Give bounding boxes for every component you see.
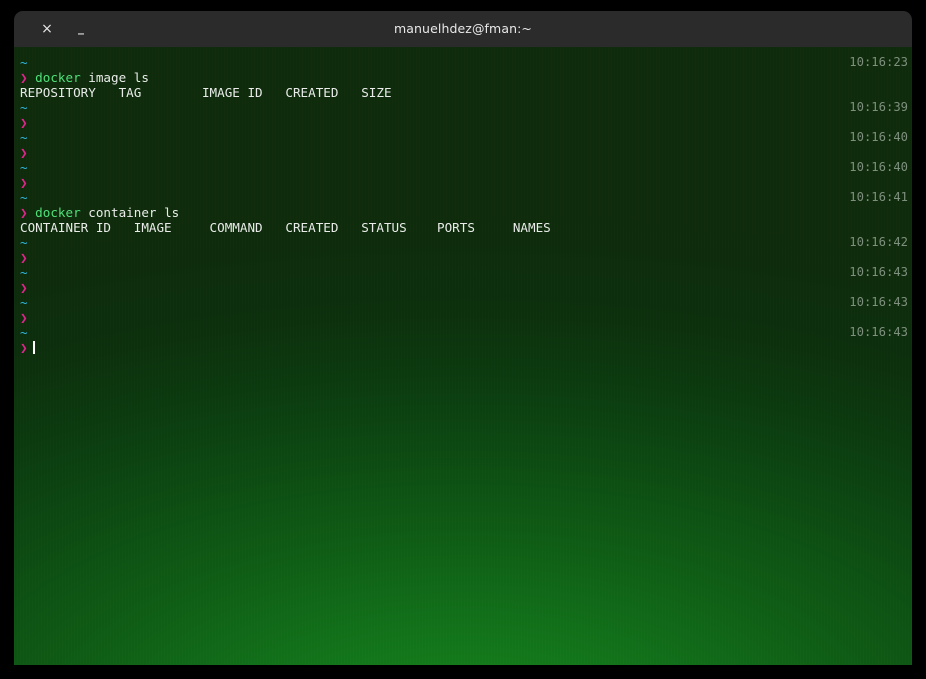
prompt-symbol: ❯ [20, 115, 28, 130]
line-timestamp: 10:16:43 [849, 265, 908, 279]
terminal-line: ❯ [14, 175, 912, 190]
command-output: CONTAINER ID IMAGE COMMAND CREATED STATU… [20, 220, 551, 235]
terminal-line: ~10:16:23 [14, 55, 912, 70]
command-args: image ls [80, 70, 149, 85]
window-titlebar[interactable]: × – manuelhdez@fman:~ [14, 11, 912, 47]
line-timestamp: 10:16:23 [849, 55, 908, 69]
line-timestamp: 10:16:40 [849, 160, 908, 174]
window-title: manuelhdez@fman:~ [394, 21, 532, 36]
prompt-symbol: ❯ [20, 310, 28, 325]
path-segment: ~ [20, 325, 28, 340]
terminal-line: ❯ docker container ls [14, 205, 912, 220]
prompt-symbol: ❯ [20, 175, 28, 190]
terminal-line: CONTAINER ID IMAGE COMMAND CREATED STATU… [14, 220, 912, 235]
terminal-line: ~10:16:40 [14, 130, 912, 145]
line-timestamp: 10:16:40 [849, 130, 908, 144]
path-segment: ~ [20, 130, 28, 145]
line-timestamp: 10:16:41 [849, 190, 908, 204]
prompt-symbol: ❯ [20, 70, 36, 85]
terminal-line: ❯ [14, 115, 912, 130]
command-args: container ls [80, 205, 180, 220]
screen-root: × – manuelhdez@fman:~ ~10:16:23 ❯ docker … [0, 0, 926, 679]
terminal-line: ❯ [14, 250, 912, 265]
terminal-line: ❯ [14, 145, 912, 160]
path-segment: ~ [20, 265, 28, 280]
prompt-symbol: ❯ [20, 250, 28, 265]
terminal-line: ~10:16:42 [14, 235, 912, 250]
prompt-symbol: ❯ [20, 205, 36, 220]
line-timestamp: 10:16:43 [849, 325, 908, 339]
terminal-screen[interactable]: ~10:16:23 ❯ docker image ls REPOSITORY TAG… [14, 55, 912, 355]
terminal-line: ❯ [14, 310, 912, 325]
path-segment: ~ [20, 295, 28, 310]
prompt-symbol: ❯ [20, 280, 28, 295]
line-timestamp: 10:16:39 [849, 100, 908, 114]
path-segment: ~ [20, 235, 28, 250]
command-name: docker [35, 70, 81, 85]
terminal-line: ~10:16:43 [14, 325, 912, 340]
terminal-line: ❯ [14, 280, 912, 295]
terminal-body[interactable]: ~10:16:23 ❯ docker image ls REPOSITORY TAG… [14, 47, 912, 665]
prompt-symbol: ❯ [20, 340, 28, 355]
prompt-symbol: ❯ [20, 145, 28, 160]
terminal-line: REPOSITORY TAG IMAGE ID CREATED SIZE [14, 85, 912, 100]
terminal-line: ~10:16:40 [14, 160, 912, 175]
command-output: REPOSITORY TAG IMAGE ID CREATED SIZE [20, 85, 392, 100]
path-segment: ~ [20, 190, 28, 205]
terminal-line: ~10:16:43 [14, 295, 912, 310]
terminal-line: ~10:16:43 [14, 265, 912, 280]
terminal-line: ~10:16:39 [14, 100, 912, 115]
line-timestamp: 10:16:43 [849, 295, 908, 309]
path-segment: ~ [20, 55, 28, 70]
terminal-window: × – manuelhdez@fman:~ ~10:16:23 ❯ docker … [14, 11, 912, 665]
terminal-line: ❯ docker image ls [14, 70, 912, 85]
text-cursor [32, 341, 35, 354]
terminal-line: ❯ [14, 340, 912, 355]
path-segment: ~ [20, 160, 28, 175]
path-segment: ~ [20, 100, 28, 115]
command-name: docker [35, 205, 81, 220]
line-timestamp: 10:16:42 [849, 235, 908, 249]
terminal-line: ~10:16:41 [14, 190, 912, 205]
